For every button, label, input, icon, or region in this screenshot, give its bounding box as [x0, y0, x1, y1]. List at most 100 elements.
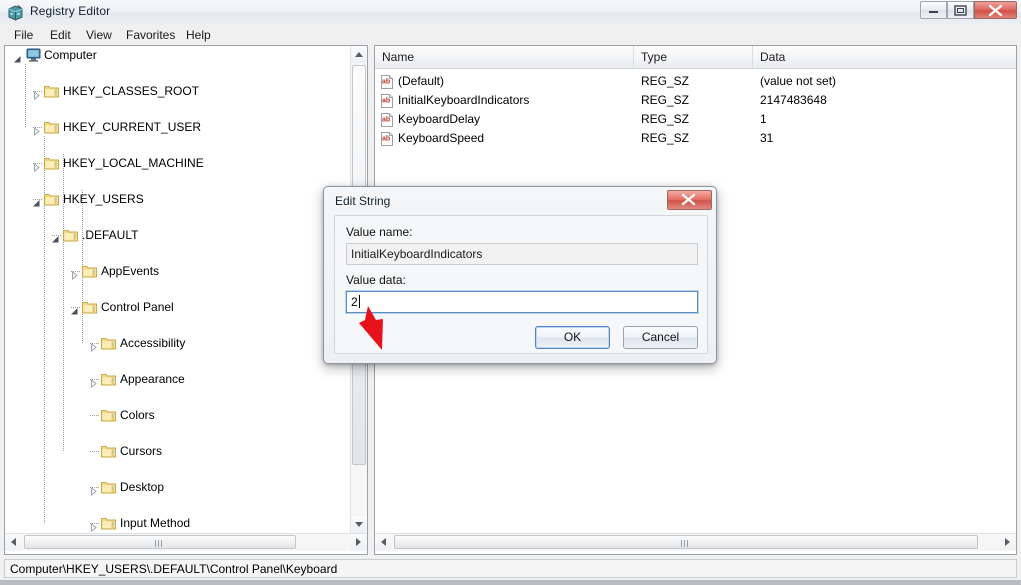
edit-string-dialog: Edit String Value name: InitialKeyboardI… [323, 186, 717, 364]
tree-expand-toggle[interactable] [32, 87, 41, 101]
ok-button[interactable]: OK [535, 326, 610, 349]
dialog-body: Value name: InitialKeyboardIndicators Va… [334, 215, 708, 354]
string-value-icon: ab [381, 94, 393, 108]
tree-item[interactable]: Input Method [5, 514, 350, 533]
restore-button[interactable] [947, 1, 974, 19]
tree-expand-toggle[interactable] [70, 267, 79, 281]
folder-icon [63, 229, 78, 242]
expand-arrow-icon[interactable] [32, 162, 41, 173]
menu-file[interactable]: File [8, 27, 39, 43]
list-scroll-left-button[interactable] [375, 534, 392, 550]
expand-arrow-icon[interactable] [89, 522, 98, 533]
tree-expand-toggle[interactable] [89, 483, 98, 497]
tree-collapse-toggle[interactable] [70, 303, 79, 315]
list-horizontal-scrollbar[interactable] [375, 533, 1016, 551]
list-scroll-right-button[interactable] [999, 534, 1016, 550]
column-header-type[interactable]: Type [634, 46, 753, 68]
tree-item[interactable]: HKEY_USERS [5, 190, 350, 208]
collapse-arrow-icon[interactable] [70, 307, 79, 316]
tree-item[interactable]: Control Panel [5, 298, 350, 316]
tree-item[interactable]: Computer [5, 46, 350, 64]
tree-item-label[interactable]: AppEvents [101, 262, 159, 280]
expand-arrow-icon[interactable] [89, 378, 98, 389]
registry-value-row[interactable]: ab InitialKeyboardIndicators REG_SZ 2147483… [375, 91, 1016, 110]
tree-scroll-up-button[interactable] [351, 46, 367, 63]
tree-item[interactable]: Cursors [5, 442, 350, 460]
tree-collapse-toggle[interactable] [51, 231, 60, 243]
string-value-icon: ab [381, 94, 393, 108]
tree-item-label[interactable]: HKEY_USERS [63, 190, 144, 208]
tree-item[interactable]: Appearance [5, 370, 350, 389]
tree-item[interactable]: Colors [5, 406, 350, 424]
tree-item-label[interactable]: Input Method [120, 514, 190, 532]
tree-horizontal-scrollbar[interactable] [5, 533, 367, 551]
tree-expand-toggle[interactable] [32, 123, 41, 137]
column-header-data[interactable]: Data [753, 46, 1016, 68]
tree-scroll-left-button[interactable] [5, 534, 22, 550]
menu-edit[interactable]: Edit [44, 27, 77, 43]
expand-arrow-icon[interactable] [89, 342, 98, 353]
collapse-arrow-icon[interactable] [32, 199, 41, 208]
value-type-cell: REG_SZ [641, 131, 690, 145]
tree-item-label[interactable]: Cursors [120, 442, 162, 460]
tree-item-label[interactable]: HKEY_CURRENT_USER [63, 118, 201, 136]
tree-item-label[interactable]: Accessibility [120, 334, 185, 352]
expand-arrow-icon[interactable] [32, 90, 41, 101]
tree-expand-toggle[interactable] [89, 375, 98, 389]
tree-item[interactable]: AppEvents [5, 262, 350, 281]
value-name-field: InitialKeyboardIndicators [346, 243, 698, 265]
registry-value-row[interactable]: ab (Default) REG_SZ (value not set) [375, 72, 1016, 91]
tree-scroll-right-button[interactable] [350, 534, 367, 550]
dialog-close-button[interactable] [667, 190, 712, 210]
list-hscroll-thumb[interactable] [394, 535, 978, 549]
tree-item[interactable]: .DEFAULT [5, 226, 350, 244]
menu-bar: File Edit View Favorites Help [0, 25, 1021, 45]
list-column-headers: Name Type Data [375, 46, 1016, 69]
chevron-left-icon [11, 538, 16, 546]
tree-item[interactable]: Accessibility [5, 334, 350, 353]
svg-text:ab: ab [382, 117, 390, 124]
tree-expand-toggle[interactable] [89, 339, 98, 353]
tree-item-label[interactable]: Appearance [120, 370, 185, 388]
tree-collapse-toggle[interactable] [13, 51, 22, 63]
tree-item[interactable]: Desktop [5, 478, 350, 497]
menu-help[interactable]: Help [180, 27, 217, 43]
folder-icon [101, 337, 116, 350]
cancel-button[interactable]: Cancel [623, 326, 698, 349]
tree-item[interactable]: HKEY_CURRENT_USER [5, 118, 350, 137]
tree-hscroll-thumb[interactable] [24, 535, 296, 549]
registry-value-row[interactable]: ab KeyboardSpeed REG_SZ 31 [375, 129, 1016, 148]
close-button[interactable] [974, 1, 1017, 19]
menu-favorites[interactable]: Favorites [120, 27, 181, 43]
tree-expand-toggle[interactable] [89, 519, 98, 533]
tree-item-label[interactable]: .DEFAULT [82, 226, 138, 244]
menu-view[interactable]: View [80, 27, 118, 43]
tree-item-label[interactable]: Desktop [120, 478, 164, 496]
registry-tree-pane[interactable]: Computer HKEY_CLASSES_ROOT HKEY_CURRENT_US… [4, 45, 368, 555]
value-data-field[interactable]: 2 [345, 290, 699, 314]
expand-arrow-icon[interactable] [70, 270, 79, 281]
computer-icon [25, 48, 41, 62]
expand-arrow-icon[interactable] [89, 486, 98, 497]
folder-icon [44, 194, 59, 206]
collapse-arrow-icon[interactable] [51, 235, 60, 244]
tree-item-label[interactable]: HKEY_LOCAL_MACHINE [63, 154, 204, 172]
tree-item[interactable]: HKEY_CLASSES_ROOT [5, 82, 350, 101]
value-type-cell: REG_SZ [641, 93, 690, 107]
tree-scroll-down-button[interactable] [351, 516, 367, 533]
tree-expand-toggle[interactable] [32, 159, 41, 173]
tree-item[interactable]: HKEY_LOCAL_MACHINE [5, 154, 350, 173]
tree-collapse-toggle[interactable] [32, 195, 41, 207]
folder-icon [44, 121, 59, 134]
tree-item-label[interactable]: Colors [120, 406, 155, 424]
column-header-name[interactable]: Name [375, 46, 634, 68]
tree-item-label[interactable]: Computer [44, 46, 97, 64]
collapse-arrow-icon[interactable] [13, 55, 22, 64]
tree-item-label[interactable]: Control Panel [101, 298, 174, 316]
expand-arrow-icon[interactable] [32, 126, 41, 137]
folder-icon [101, 373, 116, 386]
tree-item-label[interactable]: HKEY_CLASSES_ROOT [63, 82, 199, 100]
text-cursor [358, 295, 360, 308]
registry-value-row[interactable]: ab KeyboardDelay REG_SZ 1 [375, 110, 1016, 129]
minimize-button[interactable] [920, 1, 947, 19]
